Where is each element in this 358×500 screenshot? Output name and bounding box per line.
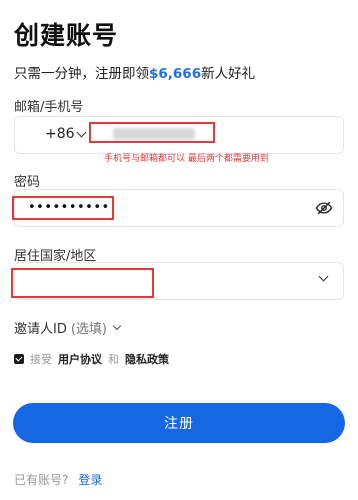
agreement-and: 和 [108, 353, 119, 366]
login-prompt: 已有账号? [14, 473, 69, 487]
country-code-value: +86 [45, 126, 75, 142]
phone-label: 邮箱/手机号 [14, 100, 84, 115]
privacy-policy-link[interactable]: 隐私政策 [125, 351, 169, 367]
annotation-note: 手机号与邮箱都可以 最后两个都需要用到 [104, 154, 269, 164]
agreement-checkbox[interactable] [14, 354, 24, 364]
annotation-highlight-phone [89, 122, 215, 143]
subtitle-suffix: 新人好礼 [201, 66, 256, 82]
password-label: 密码 [14, 175, 41, 190]
eye-off-icon[interactable] [315, 199, 333, 217]
invite-id-toggle[interactable]: 邀请人ID (选填) [14, 318, 122, 337]
login-row: 已有账号? 登录 [14, 471, 102, 488]
bonus-amount: $6,666 [149, 66, 202, 82]
page-title: 创建账号 [14, 21, 119, 50]
invite-optional: (选填) [70, 322, 108, 337]
user-agreement-link[interactable]: 用户协议 [58, 351, 102, 367]
page-subtitle: 只需一分钟，注册即领$6,666新人好礼 [14, 62, 255, 82]
register-button[interactable]: 注册 [13, 403, 345, 443]
invite-label: 邀请人ID [14, 322, 67, 337]
subtitle-prefix: 只需一分钟，注册即领 [14, 66, 149, 82]
chevron-down-icon [76, 127, 86, 137]
agreement-row: 接受 用户协议 和 隐私政策 [14, 351, 169, 367]
annotation-highlight-password [12, 196, 114, 220]
chevron-down-icon [318, 271, 329, 282]
chevron-down-icon [112, 321, 122, 330]
country-code-select[interactable]: +86 [45, 126, 86, 142]
login-link[interactable]: 登录 [78, 471, 102, 488]
agreement-prefix: 接受 [30, 353, 52, 366]
annotation-highlight-country [11, 268, 154, 298]
